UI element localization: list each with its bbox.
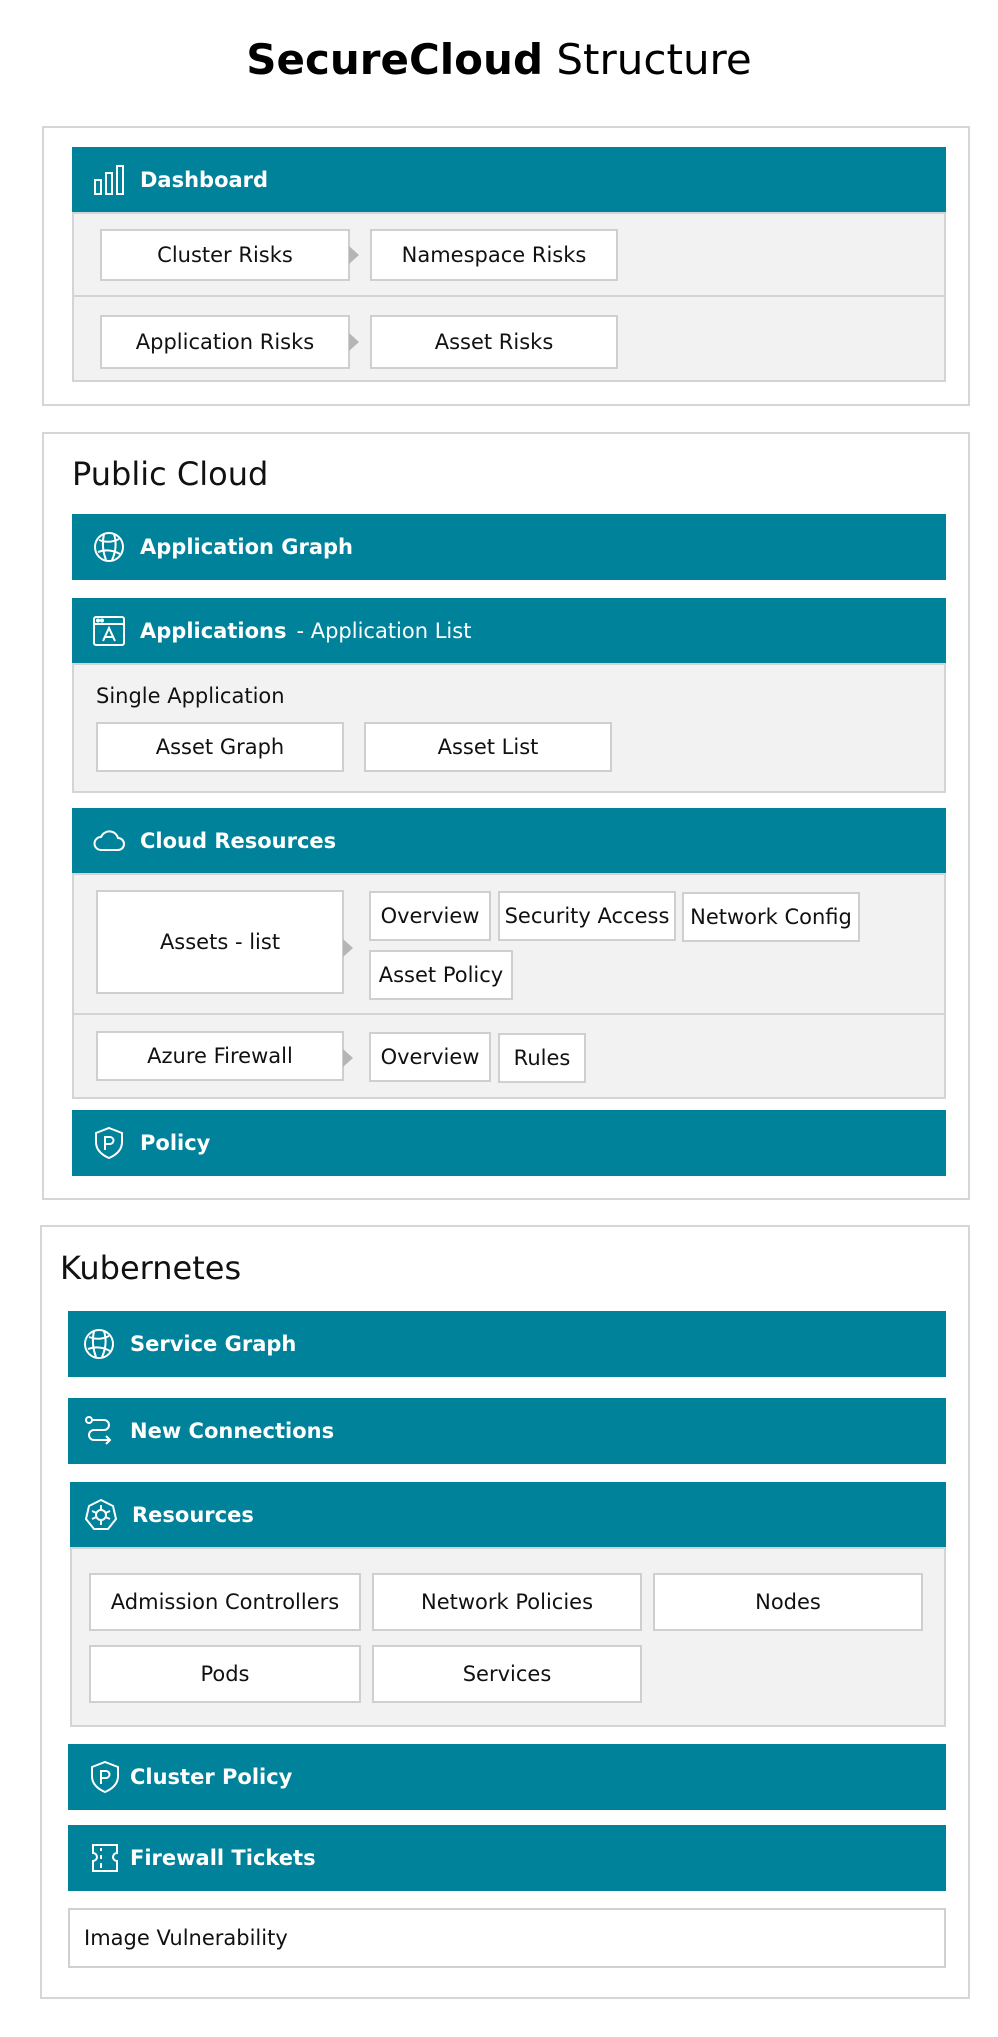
public-cloud-heading: Public Cloud [72, 455, 269, 493]
image-vulnerability-box[interactable]: Image Vulnerability [68, 1908, 946, 1968]
application-graph-label: Application Graph [140, 535, 354, 559]
rules-box[interactable]: Rules [498, 1033, 586, 1083]
title-rest: Structure [543, 35, 752, 84]
nodes-box[interactable]: Nodes [653, 1573, 923, 1631]
pods-box[interactable]: Pods [89, 1645, 361, 1703]
dashboard-divider [74, 295, 944, 297]
policy-shield-icon [88, 1760, 122, 1794]
applications-bar[interactable]: Applications - Application List [72, 598, 946, 664]
namespace-risks-box[interactable]: Namespace Risks [370, 229, 618, 281]
application-risks-box[interactable]: Application Risks [100, 315, 350, 369]
firewall-tickets-bar[interactable]: Firewall Tickets [68, 1825, 946, 1891]
asset-risks-box[interactable]: Asset Risks [370, 315, 618, 369]
application-icon [92, 614, 126, 648]
cluster-policy-label: Cluster Policy [130, 1765, 293, 1789]
resources-bar[interactable]: Resources [70, 1482, 946, 1548]
bar-chart-icon [92, 163, 126, 197]
policy-label: Policy [140, 1131, 211, 1155]
firewall-overview-box[interactable]: Overview [369, 1032, 491, 1082]
page-title: SecureCloud Structure [0, 32, 998, 88]
title-bold: SecureCloud [246, 35, 544, 84]
cloud-resources-divider [74, 1013, 944, 1015]
asset-policy-box[interactable]: Asset Policy [369, 950, 513, 1000]
graph-globe-icon [82, 1327, 116, 1361]
policy-bar[interactable]: Policy [72, 1110, 946, 1176]
dashboard-bar[interactable]: Dashboard [72, 147, 946, 213]
arrow-connector [349, 333, 359, 351]
helm-wheel-icon [84, 1498, 118, 1532]
applications-sublabel: - Application List [296, 619, 472, 643]
resources-label: Resources [132, 1503, 254, 1527]
firewall-tickets-label: Firewall Tickets [130, 1846, 316, 1870]
network-policies-box[interactable]: Network Policies [372, 1573, 642, 1631]
admission-controllers-box[interactable]: Admission Controllers [89, 1573, 361, 1631]
cloud-resources-bar[interactable]: Cloud Resources [72, 808, 946, 874]
kubernetes-heading: Kubernetes [60, 1249, 242, 1287]
network-config-box[interactable]: Network Config [682, 892, 860, 942]
services-box[interactable]: Services [372, 1645, 642, 1703]
applications-label: Applications [140, 619, 287, 643]
single-application-label: Single Application [96, 684, 285, 708]
graph-globe-icon [92, 530, 126, 564]
overview-box[interactable]: Overview [369, 891, 491, 941]
asset-list-box[interactable]: Asset List [364, 722, 612, 772]
new-connections-bar[interactable]: New Connections [68, 1398, 946, 1464]
cloud-icon [92, 824, 126, 858]
image-vulnerability-label: Image Vulnerability [84, 1926, 288, 1950]
service-graph-bar[interactable]: Service Graph [68, 1311, 946, 1377]
policy-shield-icon [92, 1126, 126, 1160]
azure-firewall-box[interactable]: Azure Firewall [96, 1031, 344, 1081]
dashboard-label: Dashboard [140, 168, 269, 192]
asset-graph-box[interactable]: Asset Graph [96, 722, 344, 772]
arrow-connector [343, 939, 353, 957]
arrow-connector [349, 246, 359, 264]
service-graph-label: Service Graph [130, 1332, 297, 1356]
arrow-connector [343, 1049, 353, 1067]
cluster-policy-bar[interactable]: Cluster Policy [68, 1744, 946, 1810]
ticket-icon [88, 1841, 122, 1875]
cloud-resources-label: Cloud Resources [140, 829, 337, 853]
application-graph-bar[interactable]: Application Graph [72, 514, 946, 580]
security-access-box[interactable]: Security Access [498, 891, 676, 941]
assets-list-box[interactable]: Assets - list [96, 890, 344, 994]
cluster-risks-box[interactable]: Cluster Risks [100, 229, 350, 281]
connections-icon [82, 1414, 116, 1448]
new-connections-label: New Connections [130, 1419, 335, 1443]
